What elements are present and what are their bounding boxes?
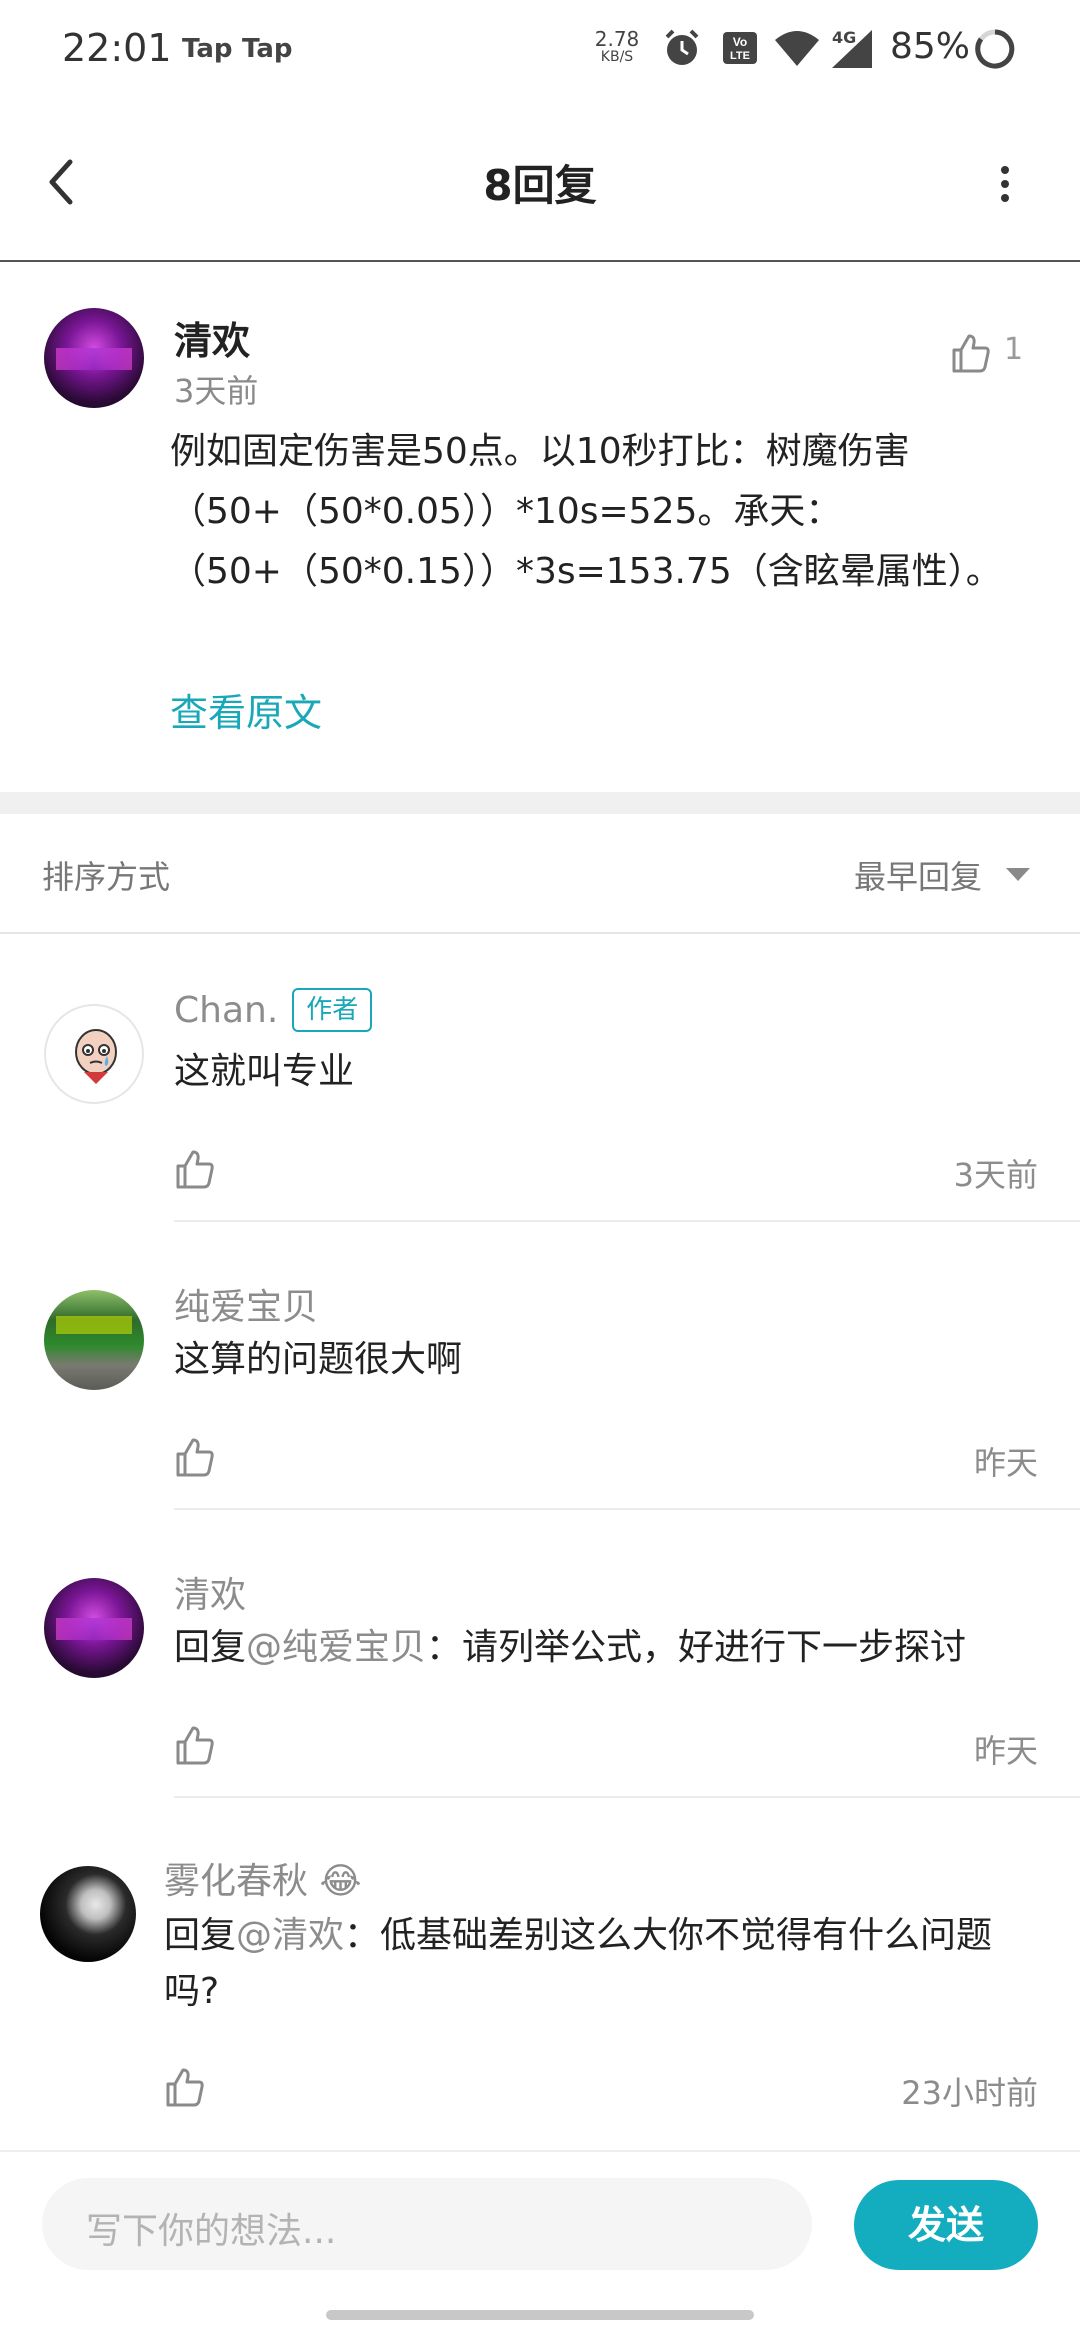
- cartoon-face-icon: [75, 1029, 117, 1084]
- reply-prefix: 回复: [174, 1627, 247, 1668]
- reply-input-placeholder: 写下你的想法...: [86, 2211, 337, 2252]
- author-name[interactable]: 清欢: [174, 310, 250, 365]
- svg-text:LTE: LTE: [730, 50, 750, 62]
- commenter-name-text[interactable]: Chan.: [174, 990, 278, 1031]
- alarm-icon: [665, 29, 699, 65]
- comment-text: 这就叫专业: [174, 1051, 355, 1092]
- view-original-link[interactable]: 查看原文: [170, 682, 322, 737]
- avatar[interactable]: [44, 1578, 144, 1678]
- mention-link[interactable]: @清欢: [236, 1915, 344, 1956]
- net-speed-value: 2.78: [594, 27, 640, 51]
- commenter-name[interactable]: Chan. 作者: [174, 988, 373, 1032]
- list-item: Chan. 作者 这就叫专业 3天前: [0, 934, 1080, 1222]
- comment-time: 23小时前: [901, 2074, 1038, 2112]
- reply-prefix: 回复: [164, 1915, 237, 1956]
- signal-icon: [832, 30, 872, 68]
- taptap-notification-icon: Tap: [182, 34, 233, 64]
- like-icon[interactable]: [950, 332, 992, 374]
- section-divider: [0, 792, 1080, 814]
- commenter-name[interactable]: 清欢: [174, 1566, 246, 1618]
- like-icon[interactable]: [174, 1436, 216, 1478]
- sort-dropdown[interactable]: 最早回复: [854, 852, 982, 898]
- avatar[interactable]: [44, 1290, 144, 1390]
- mention-link[interactable]: @纯爱宝贝: [246, 1627, 426, 1668]
- comment-text: 回复@清欢：低基础差别这么大你不觉得有什么问题吗?: [164, 1908, 1044, 2020]
- chevron-down-icon[interactable]: [1006, 868, 1030, 881]
- net-speed: 2.78 KB/S: [594, 27, 640, 66]
- battery-percent: 85%: [890, 26, 971, 67]
- like-icon[interactable]: [174, 1148, 216, 1190]
- comment-time: 昨天: [973, 1444, 1038, 1482]
- comment-text: 回复@纯爱宝贝：请列举公式，好进行下一步探讨: [174, 1620, 1054, 1676]
- like-icon[interactable]: [164, 2066, 206, 2108]
- post-time: 3天前: [174, 372, 259, 410]
- reply-input-bar: 写下你的想法... 发送: [0, 2150, 1080, 2312]
- like-count: 1: [1004, 332, 1024, 367]
- reply-input[interactable]: 写下你的想法...: [42, 2178, 812, 2270]
- main-comment: 清欢 3天前 1 例如固定伤害是50点。以10秒打比：树魔伤害（50+（50*0…: [0, 262, 1080, 792]
- avatar[interactable]: [40, 1866, 136, 1962]
- sort-bar: 排序方式 最早回复: [0, 814, 1080, 934]
- send-button[interactable]: 发送: [854, 2180, 1038, 2270]
- net-speed-unit: KB/S: [600, 49, 634, 65]
- title-bar: 8回复: [0, 100, 1080, 262]
- status-bar: 22:01 Tap Tap 2.78 KB/S Vo LTE 4G 85%: [0, 0, 1080, 100]
- laughing-emoji-icon: 😂: [319, 1861, 362, 1902]
- status-time: 22:01: [62, 26, 172, 70]
- page-title: 8回复: [483, 161, 597, 210]
- gesture-bar[interactable]: [326, 2310, 754, 2320]
- more-options-button[interactable]: [990, 162, 1020, 222]
- comment-time: 3天前: [953, 1156, 1038, 1194]
- comment-body: ：请列举公式，好进行下一步探讨: [426, 1627, 967, 1668]
- sort-label: 排序方式: [42, 858, 171, 896]
- list-item: 清欢 回复@纯爱宝贝：请列举公式，好进行下一步探讨 昨天: [0, 1510, 1080, 1798]
- list-item: 雾化春秋 😂 回复@清欢：低基础差别这么大你不觉得有什么问题吗? 23小时前: [0, 1798, 1080, 2143]
- commenter-name[interactable]: 纯爱宝贝: [174, 1278, 318, 1330]
- battery-ring-icon: [975, 29, 1015, 69]
- commenter-name-text[interactable]: 雾化春秋: [164, 1861, 308, 1902]
- commenter-name[interactable]: 雾化春秋 😂: [164, 1852, 362, 1904]
- list-item: 纯爱宝贝 这算的问题很大啊 昨天: [0, 1222, 1080, 1510]
- like-icon[interactable]: [174, 1724, 216, 1766]
- avatar[interactable]: [44, 308, 144, 408]
- comment-text: 这算的问题很大啊: [174, 1339, 463, 1380]
- svg-text:Vo: Vo: [733, 35, 747, 49]
- avatar[interactable]: [44, 1004, 144, 1104]
- taptap-notification-icon: Tap: [242, 34, 293, 64]
- wifi-icon: [775, 31, 819, 66]
- comment-time: 昨天: [973, 1732, 1038, 1770]
- volte-icon: Vo LTE: [723, 32, 757, 64]
- author-badge: 作者: [292, 988, 373, 1032]
- post-body: 例如固定伤害是50点。以10秒打比：树魔伤害（50+（50*0.05））*10s…: [170, 431, 1002, 592]
